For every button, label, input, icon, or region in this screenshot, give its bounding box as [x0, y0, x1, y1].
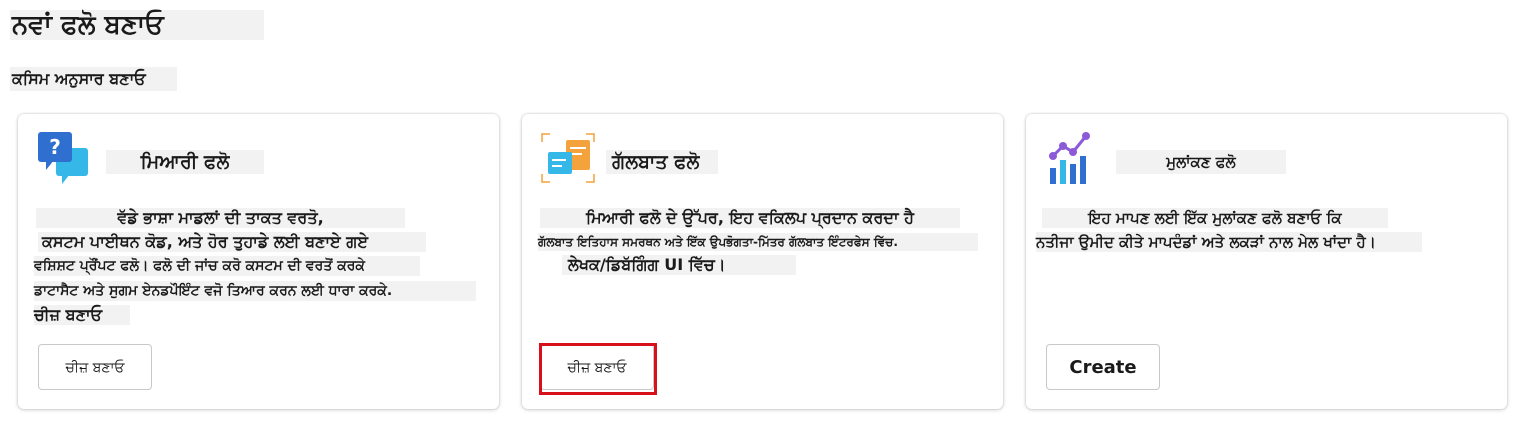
- chat-flow-title: ਗੱਲਬਾਤ ਫਲੋ: [606, 150, 718, 174]
- evaluation-flow-title: ਮੁਲਾਂਕਣ ਫਲੋ: [1116, 150, 1286, 174]
- chat-flow-icon: [540, 130, 596, 186]
- chat-flow-desc-line-2: ਗੱਲਬਾਤ ਇਤਿਹਾਸ ਸਮਰਥਨ ਅਤੇ ਇੱਕ ਉਪਭੋਗਤਾ-ਮਿੱਤ…: [538, 233, 978, 251]
- create-by-type-heading: ਕਸਿਮ ਅਨੁਸਾਰ ਬਣਾਓ: [10, 67, 177, 91]
- standard-flow-desc-line-1: ਵੱਡੇ ਭਾਸ਼ਾ ਮਾਡਲਾਂ ਦੀ ਤਾਕਤ ਵਰਤੋ,: [36, 208, 405, 228]
- evaluation-flow-card: ਮੁਲਾਂਕਣ ਫਲੋ ਇਹ ਮਾਪਣ ਲਈ ਇੱਕ ਮੁਲਾਂਕਣ ਫਲੋ ਬ…: [1026, 114, 1507, 409]
- standard-flow-desc-line-3: ਵਸ਼ਿਸ਼ਟ ਪ੍ਰੌਂਪਟ ਫਲੋ। ਫਲੋ ਦੀ ਜਾਂਚ ਕਰੋ ਕਸਟ…: [34, 256, 420, 276]
- standard-flow-desc-line-4: ਡਾਟਾਸੈਟ ਅਤੇ ਸੁਗਮ ਏਨਡਪੌਇੰਟ ਵਜੋ ਤਿਆਰ ਕਰਨ ਲ…: [34, 281, 476, 301]
- chat-flow-desc-line-1: ਮਿਆਰੀ ਫਲੋ ਦੇ ਉੱਪਰ, ਇਹ ਵਕਿਲਪ ਪ੍ਰਦਾਨ ਕਰਦਾ …: [540, 208, 960, 228]
- standard-flow-desc-line-5: ਚੀਜ਼ ਬਣਾਓ: [34, 305, 130, 325]
- evaluation-flow-desc-line-2: ਨਤੀਜਾ ਉਮੀਦ ਕੀਤੇ ਮਾਪਦੰਡਾਂ ਅਤੇ ਲਕੜਾਂ ਨਾਲ ਮ…: [1036, 232, 1422, 252]
- chat-question-icon: ?: [36, 130, 92, 186]
- chat-flow-desc-line-3: ਲੇਖਕ/ਡਿਬੱਗਿੰਗ UI ਵਿੱਚ।: [562, 255, 796, 275]
- evaluation-flow-create-button[interactable]: Create: [1046, 344, 1160, 390]
- evaluation-flow-desc-line-1: ਇਹ ਮਾਪਣ ਲਈ ਇੱਕ ਮੁਲਾਂਕਣ ਫਲੋ ਬਣਾਓ ਕਿ: [1042, 208, 1388, 228]
- evaluation-chart-icon: [1044, 130, 1100, 186]
- create-flow-page: ਨਵਾਂ ਫਲੋ ਬਣਾਓ ਕਸਿਮ ਅਨੁਸਾਰ ਬਣਾਓ ? ਮਿਆਰੀ ਫ…: [0, 0, 1519, 421]
- page-title: ਨਵਾਂ ਫਲੋ ਬਣਾਓ: [10, 10, 264, 40]
- standard-flow-desc-line-2: ਕਸਟਮ ਪਾਈਥਨ ਕੋਡ, ਅਤੇ ਹੋਰ ਤੁਹਾਡੇ ਲਈ ਬਣਾਏ ਗ…: [38, 232, 426, 252]
- svg-text:?: ?: [49, 135, 61, 159]
- chat-flow-card: ਗੱਲਬਾਤ ਫਲੋ ਮਿਆਰੀ ਫਲੋ ਦੇ ਉੱਪਰ, ਇਹ ਵਕਿਲਪ ਪ…: [522, 114, 1003, 409]
- chat-flow-create-button[interactable]: ਚੀਜ਼ ਬਣਾਓ: [540, 344, 654, 390]
- standard-flow-card: ? ਮਿਆਰੀ ਫਲੋ ਵੱਡੇ ਭਾਸ਼ਾ ਮਾਡਲਾਂ ਦੀ ਤਾਕਤ ਵਰ…: [18, 114, 499, 409]
- standard-flow-create-button[interactable]: ਚੀਜ਼ ਬਣਾਓ: [38, 344, 152, 390]
- standard-flow-title: ਮਿਆਰੀ ਫਲੋ: [106, 150, 264, 174]
